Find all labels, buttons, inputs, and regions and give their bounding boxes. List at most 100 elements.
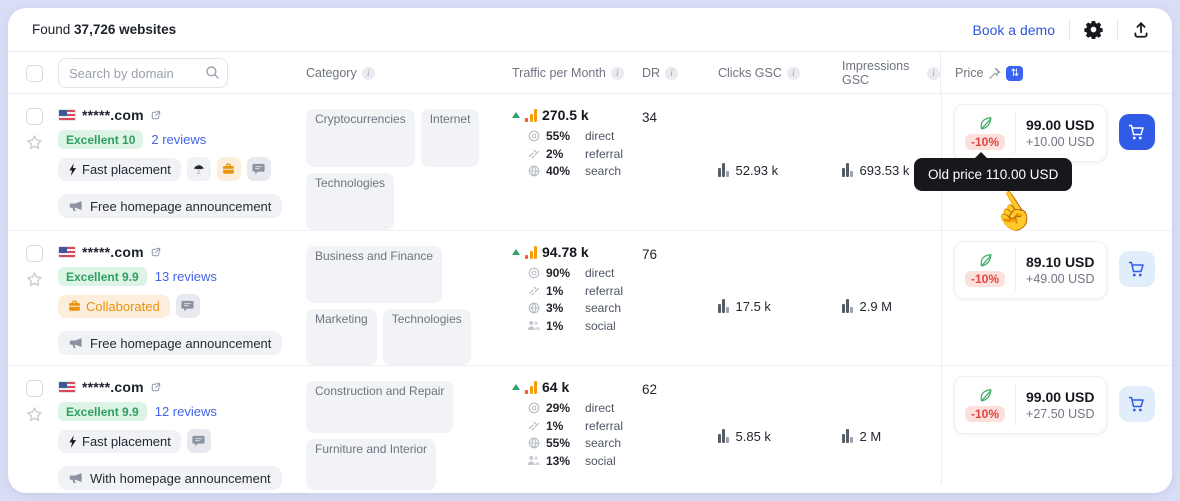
chat-icon[interactable] [246, 157, 271, 181]
umbrella-icon[interactable]: ☂ [186, 157, 211, 181]
external-link-icon[interactable] [150, 110, 161, 121]
info-icon[interactable]: i [665, 66, 679, 80]
megaphone-icon [69, 337, 82, 348]
traffic-breakdown-item: 29% direct [527, 401, 642, 415]
column-header-clicks[interactable]: Clicks GSC i [718, 66, 842, 80]
traffic-breakdown-item: 40% search [527, 164, 642, 178]
found-count-text: Found 37,726 websites [32, 22, 177, 37]
target-icon [527, 402, 540, 414]
price-card[interactable]: -10% 99.00 USD +27.50 USD [954, 376, 1107, 434]
reviews-link[interactable]: 2 reviews [151, 132, 206, 147]
announcement-badge: Free homepage announcement [58, 194, 283, 218]
info-icon[interactable]: i [786, 66, 800, 80]
add-to-cart-button[interactable] [1118, 386, 1155, 422]
leaf-icon [980, 254, 991, 267]
add-to-cart-button[interactable] [1118, 114, 1155, 150]
select-all-checkbox[interactable] [26, 64, 43, 82]
external-link-icon[interactable] [150, 382, 161, 393]
row-checkbox[interactable] [26, 245, 43, 262]
bar-chart-icon [842, 299, 853, 313]
traffic-cell: 94.78 k 90% direct 1% referral 3% search [512, 244, 642, 365]
column-header-category[interactable]: Category i [306, 66, 512, 80]
trend-up-icon [512, 384, 520, 390]
clicks-value: 5.85 k [735, 428, 771, 444]
table-row[interactable]: *****.com Excellent 9.9 13 reviews Colla… [8, 231, 1172, 366]
search-input[interactable] [58, 58, 228, 88]
website-cell: *****.com Excellent 9.9 13 reviews Colla… [58, 244, 306, 365]
book-a-demo-link[interactable]: Book a demo [973, 22, 1056, 38]
category-cell: Cryptocurrencies Internet Technologies [306, 107, 512, 230]
price-extra: +10.00 USD [1026, 135, 1095, 149]
impressions-cell: 2.9 M [842, 244, 940, 365]
info-icon[interactable]: i [610, 66, 624, 80]
external-link-icon[interactable] [150, 247, 161, 258]
bar-chart-icon [718, 163, 729, 177]
website-cell: *****.com Excellent 10 2 reviews Fast pl… [58, 107, 306, 230]
traffic-value: 270.5 k [542, 107, 589, 123]
traffic-value: 94.78 k [542, 244, 589, 260]
clicks-value: 17.5 k [735, 298, 771, 314]
announcement-badge: Free homepage announcement [58, 331, 283, 355]
domain-name[interactable]: *****.com [82, 244, 144, 260]
chat-icon[interactable] [175, 294, 200, 318]
pin-icon[interactable] [988, 67, 1002, 80]
analytics-bars-icon [525, 109, 537, 122]
lightning-icon [69, 162, 77, 176]
column-header-impressions[interactable]: Impressions GSC i [842, 59, 940, 87]
table-row[interactable]: *****.com Excellent 10 2 reviews Fast pl… [8, 94, 1172, 241]
traffic-breakdown-item: 13% social [527, 454, 642, 468]
favorite-star-icon[interactable] [26, 406, 43, 423]
chat-icon[interactable] [186, 429, 211, 453]
lightning-icon [69, 434, 77, 448]
price-card[interactable]: -10% 89.10 USD +49.00 USD [954, 241, 1107, 299]
favorite-star-icon[interactable] [26, 271, 43, 288]
gear-icon[interactable] [1084, 20, 1103, 39]
price-amount: 89.10 USD [1026, 254, 1095, 270]
cart-icon [1128, 261, 1144, 276]
category-pill: Marketing [306, 308, 377, 365]
traffic-breakdown-item: 1% referral [527, 419, 642, 433]
category-pill: Internet [420, 109, 480, 167]
domain-name[interactable]: *****.com [82, 107, 144, 123]
price-sort-badge-icon[interactable]: ⇅ [1006, 65, 1024, 81]
column-header-dr[interactable]: DR i [642, 66, 718, 80]
info-icon[interactable]: i [361, 66, 375, 80]
us-flag-icon [58, 109, 76, 121]
column-header-traffic[interactable]: Traffic per Month i [512, 66, 642, 80]
old-price-tooltip: Old price 110.00 USD [914, 152, 1073, 191]
domain-name[interactable]: *****.com [82, 379, 144, 395]
traffic-breakdown-item: 1% referral [527, 284, 642, 298]
discount-badge[interactable]: -10% [965, 134, 1006, 150]
divider [1069, 19, 1070, 40]
row-checkbox[interactable] [26, 108, 43, 125]
megaphone-icon [69, 200, 82, 211]
trend-up-icon [512, 112, 520, 118]
collaborated-badge: Collaborated [58, 294, 170, 318]
briefcase-icon[interactable] [216, 157, 241, 181]
discount-badge[interactable]: -10% [965, 406, 1006, 422]
impressions-cell: 2 M [842, 379, 940, 490]
link-icon [527, 285, 540, 297]
domain-search [58, 58, 228, 88]
info-icon[interactable]: i [927, 66, 940, 80]
discount-badge[interactable]: -10% [965, 271, 1006, 287]
websites-table-card: Found 37,726 websites Book a demo Search… [8, 8, 1172, 493]
impressions-value: 2.9 M [859, 298, 893, 314]
table-row[interactable]: *****.com Excellent 9.9 12 reviews Fast … [8, 366, 1172, 490]
export-icon[interactable] [1132, 21, 1150, 39]
reviews-link[interactable]: 12 reviews [155, 404, 217, 419]
favorite-star-icon[interactable] [26, 134, 43, 151]
globe-icon [527, 437, 540, 449]
cart-icon [1128, 124, 1144, 139]
column-header-price[interactable]: Price ⇅ [940, 52, 1172, 94]
price-extra: +27.50 USD [1026, 407, 1095, 421]
add-to-cart-button[interactable] [1118, 251, 1155, 287]
rating-badge: Excellent 9.9 [58, 267, 147, 286]
row-checkbox[interactable] [26, 380, 43, 397]
reviews-link[interactable]: 13 reviews [155, 269, 217, 284]
dr-value: 34 [642, 110, 658, 125]
cart-icon [1128, 396, 1144, 411]
search-icon [205, 65, 220, 80]
bar-chart-icon [718, 429, 729, 443]
traffic-breakdown-item: 2% referral [527, 147, 642, 161]
